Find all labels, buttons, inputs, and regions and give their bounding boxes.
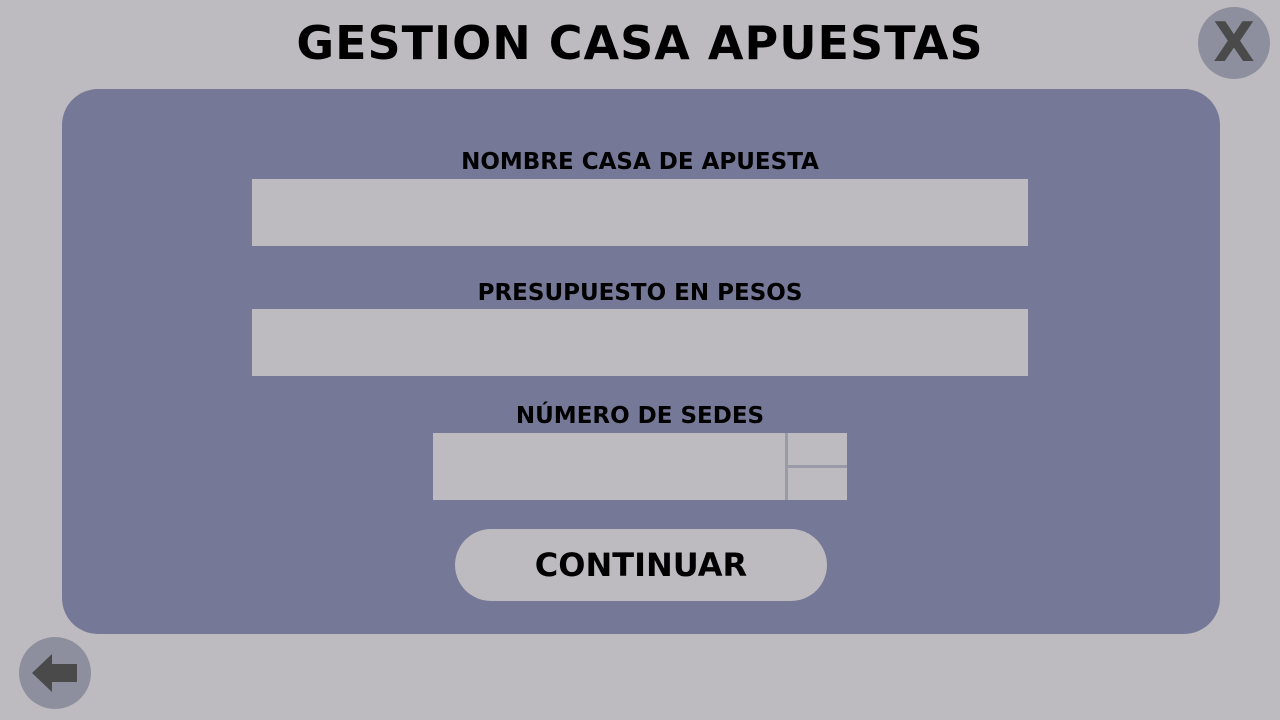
name-field-label: NOMBRE CASA DE APUESTA — [461, 149, 819, 175]
arrow-left-icon — [32, 654, 77, 692]
close-button[interactable]: X — [1198, 7, 1270, 79]
page-title: GESTION CASA APUESTAS — [296, 16, 984, 70]
page: GESTION CASA APUESTAS X NOMBRE CASA DE A… — [0, 0, 1280, 720]
back-button[interactable] — [19, 637, 91, 709]
budget-input[interactable] — [252, 309, 1028, 376]
name-input[interactable] — [252, 179, 1028, 246]
budget-field-label: PRESUPUESTO EN PESOS — [477, 280, 803, 306]
continue-button[interactable]: CONTINUAR — [455, 529, 827, 601]
spinner-decrement-button[interactable] — [788, 468, 847, 500]
spinner-increment-button[interactable] — [788, 433, 847, 465]
branches-field-label: NÚMERO DE SEDES — [515, 403, 765, 429]
branches-input[interactable] — [433, 433, 785, 500]
close-icon: X — [1213, 11, 1255, 74]
